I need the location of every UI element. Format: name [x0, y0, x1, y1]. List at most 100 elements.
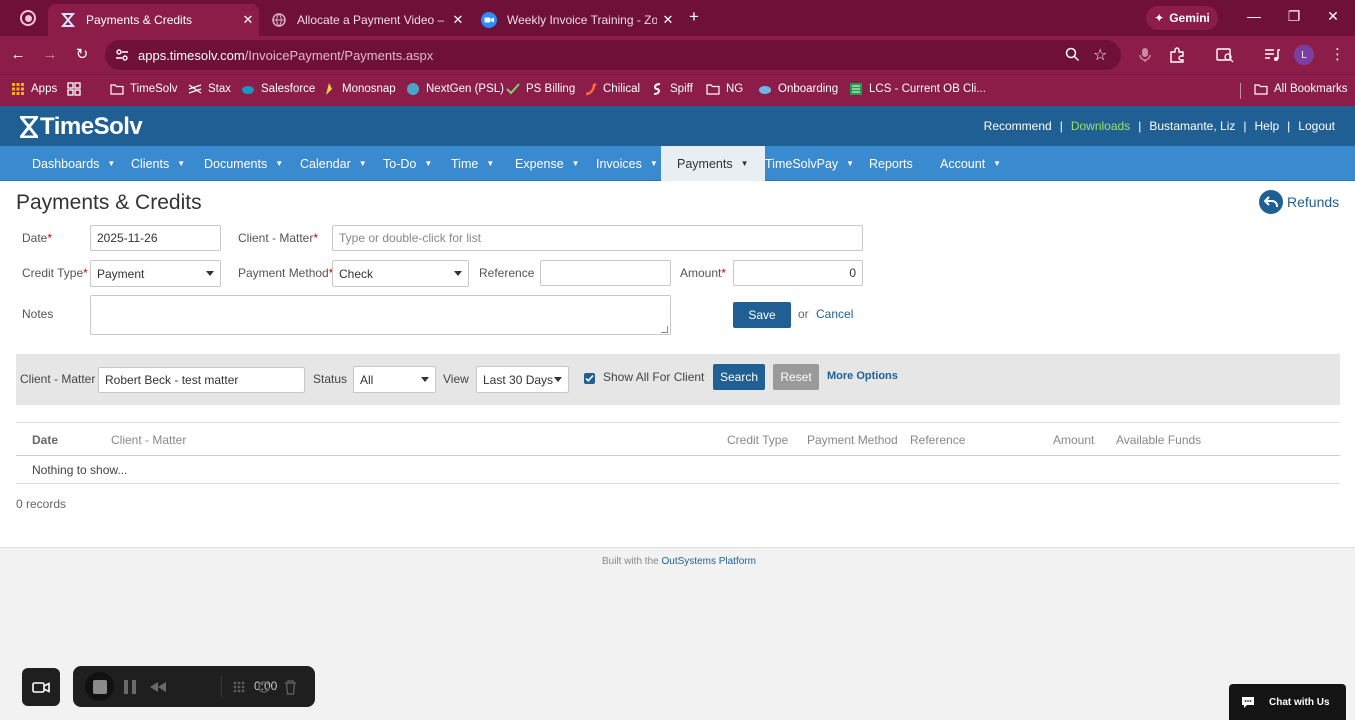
bookmark-lcs[interactable]: LCS - Current OB Cli... — [849, 82, 986, 96]
logout-link[interactable]: Logout — [1298, 119, 1335, 133]
gemini-button[interactable]: ✦ Gemini — [1146, 6, 1218, 30]
stop-icon[interactable] — [91, 678, 109, 696]
notes-textarea[interactable] — [90, 295, 671, 335]
required-mark: * — [721, 266, 727, 280]
resize-handle-icon[interactable] — [661, 326, 668, 333]
nav-invoices[interactable]: Invoices ▼ — [596, 146, 658, 181]
new-tab-button[interactable]: + — [684, 7, 704, 27]
bookmark-apps[interactable]: Apps — [11, 82, 57, 96]
date-input[interactable]: 2025-11-26 — [90, 225, 221, 251]
restart-icon[interactable] — [255, 678, 273, 696]
bookmark-stax[interactable]: Stax — [188, 82, 231, 96]
checkmark-icon — [585, 374, 594, 382]
client-matter-input[interactable]: Type or double-click for list — [332, 225, 863, 251]
nav-payments[interactable]: Payments ▼ — [661, 146, 765, 181]
status-select[interactable]: All — [353, 366, 436, 393]
bookmark-monosnap[interactable]: Monosnap — [322, 82, 396, 96]
nav-calendar[interactable]: Calendar ▼ — [300, 146, 367, 181]
nav-todo[interactable]: To-Do ▼ — [383, 146, 432, 181]
drag-handle-icon[interactable] — [230, 678, 248, 696]
column-header-client-matter[interactable]: Client - Matter — [111, 433, 186, 447]
timesolv-icon — [60, 12, 76, 28]
trash-icon[interactable] — [281, 678, 299, 696]
microphone-icon[interactable] — [1139, 47, 1151, 63]
profile-avatar[interactable]: L — [1294, 45, 1314, 65]
nav-dashboards[interactable]: Dashboards ▼ — [32, 146, 115, 181]
browser-tab-payments[interactable]: Payments & Credits ✕ — [48, 4, 259, 36]
bookmark-label: Apps — [31, 83, 58, 95]
view-select[interactable]: Last 30 Days — [476, 366, 569, 393]
close-tab-icon[interactable]: ✕ — [447, 12, 469, 28]
close-tab-icon[interactable]: ✕ — [657, 12, 679, 28]
bookmark-onboarding[interactable]: Onboarding — [758, 82, 838, 96]
reference-input[interactable] — [540, 260, 671, 286]
bookmarks-bar: Apps TimeSolv Stax Salesforce Monosnap N… — [0, 74, 1355, 106]
bookmark-timesolv[interactable]: TimeSolv — [110, 82, 178, 96]
bookmark-spiff[interactable]: Spiff — [650, 82, 693, 96]
camera-toggle-button[interactable] — [22, 668, 60, 706]
nav-clients[interactable]: Clients ▼ — [131, 146, 185, 181]
bookmark-chilical[interactable]: Chilical — [583, 82, 640, 96]
filter-client-matter-input[interactable]: Robert Beck - test matter — [98, 367, 305, 393]
minimize-icon[interactable]: — — [1244, 8, 1264, 24]
reload-icon[interactable]: ↻ — [72, 45, 92, 65]
caret-down-icon: ▼ — [649, 159, 658, 168]
refunds-button[interactable]: Refunds — [1259, 190, 1339, 214]
recommend-link[interactable]: Recommend — [984, 119, 1052, 133]
amount-input[interactable]: 0 — [733, 260, 863, 286]
user-name-link[interactable]: Bustamante, Liz — [1149, 119, 1235, 133]
pause-icon[interactable] — [121, 678, 139, 696]
bookmark-star-icon[interactable]: ☆ — [1093, 45, 1107, 65]
tab-search-icon[interactable] — [1216, 47, 1234, 63]
media-control-icon[interactable] — [1264, 47, 1280, 63]
bookmark-ps-billing[interactable]: PS Billing — [506, 82, 575, 96]
search-button[interactable]: Search — [713, 364, 765, 390]
column-header-credit-type[interactable]: Credit Type — [727, 433, 788, 447]
reset-button[interactable]: Reset — [773, 364, 819, 390]
address-bar[interactable]: apps.timesolv.com/InvoicePayment/Payment… — [105, 40, 1121, 70]
bookmark-nextgen[interactable]: NextGen (PSL) — [406, 82, 504, 96]
nav-reports[interactable]: Reports — [869, 146, 913, 181]
browser-tab-allocate-video[interactable]: Allocate a Payment Video – Tim ✕ — [259, 4, 469, 36]
chat-with-us-button[interactable]: Chat with Us — [1229, 684, 1346, 720]
payment-method-select[interactable]: Check — [332, 260, 469, 287]
close-tab-icon[interactable]: ✕ — [237, 12, 259, 28]
column-header-amount[interactable]: Amount — [1053, 433, 1094, 447]
zoom-magnifier-icon[interactable] — [1065, 47, 1080, 62]
back-arrow-icon[interactable]: ← — [8, 45, 28, 65]
browser-toolbar: ← → ↻ apps.timesolv.com/InvoicePayment/P… — [0, 36, 1355, 74]
outsystems-link[interactable]: OutSystems Platform — [661, 556, 755, 567]
nav-documents[interactable]: Documents ▼ — [204, 146, 283, 181]
rewind-icon[interactable] — [149, 678, 167, 696]
credit-type-select[interactable]: Payment — [90, 260, 221, 287]
required-mark: * — [313, 231, 319, 245]
save-button[interactable]: Save — [733, 302, 791, 328]
timesolv-logo[interactable]: TimeSolv — [20, 113, 143, 141]
more-options-link[interactable]: More Options — [827, 370, 898, 382]
bookmark-ng[interactable]: NG — [706, 82, 743, 96]
cancel-link[interactable]: Cancel — [816, 307, 853, 321]
browser-tab-zoom[interactable]: Weekly Invoice Training - Zoom ✕ — [469, 4, 679, 36]
downloads-link[interactable]: Downloads — [1071, 119, 1130, 133]
restore-icon[interactable]: ❐ — [1284, 8, 1304, 25]
column-header-reference[interactable]: Reference — [910, 433, 965, 447]
show-all-checkbox[interactable] — [584, 373, 595, 384]
bookmark-grid[interactable] — [67, 82, 81, 96]
column-header-date[interactable]: Date — [32, 433, 58, 447]
column-header-payment-method[interactable]: Payment Method — [807, 433, 898, 447]
nav-account[interactable]: Account ▼ — [940, 146, 1001, 181]
column-header-available-funds[interactable]: Available Funds — [1116, 433, 1201, 447]
more-menu-icon[interactable]: ⋮ — [1330, 45, 1345, 63]
nav-timesolvpay[interactable]: TimeSolvPay ▼ — [765, 146, 854, 181]
all-bookmarks[interactable]: All Bookmarks — [1254, 82, 1348, 96]
nav-time[interactable]: Time ▼ — [451, 146, 494, 181]
grid-icon — [67, 82, 81, 96]
bookmark-salesforce[interactable]: Salesforce — [241, 82, 315, 96]
nav-expense[interactable]: Expense ▼ — [515, 146, 580, 181]
forward-arrow-icon[interactable]: → — [40, 45, 60, 65]
site-settings-icon[interactable] — [115, 48, 129, 62]
close-window-icon[interactable]: ✕ — [1323, 8, 1343, 25]
extensions-icon[interactable] — [1169, 47, 1185, 63]
help-link[interactable]: Help — [1254, 119, 1279, 133]
show-all-label[interactable]: Show All For Client — [603, 370, 704, 384]
